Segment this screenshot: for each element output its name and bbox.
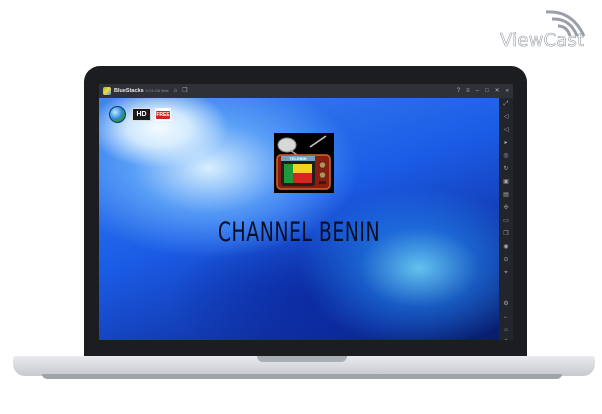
free-badge[interactable]: FREE (155, 108, 171, 121)
settings-icon[interactable]: ⚙ (499, 300, 513, 308)
help-icon[interactable]: ? (457, 84, 460, 98)
folder-icon[interactable]: ▭ (499, 217, 513, 225)
tv-sign-text: TELEBIN (289, 156, 306, 161)
hd-badge[interactable]: HD (132, 108, 151, 121)
home-icon[interactable]: ⌂ (173, 84, 177, 98)
right-toolbar: ⤢ ◁ ◁ ▸ ◎ ↻ ▣ ▤ ✣ ▭ ❐ ◉ ⊙ ⌖ ⚙ ← ⌂ ▯ (499, 98, 513, 340)
close-icon[interactable]: ✕ (495, 84, 500, 98)
location-icon[interactable]: ⌖ (499, 269, 513, 277)
collapse-icon[interactable]: « (506, 84, 509, 98)
laptop-notch (257, 356, 347, 362)
channel-title: CHANNEL BENIN (217, 217, 381, 247)
expand-icon[interactable]: ⤢ (499, 100, 513, 108)
shake-icon[interactable]: ✣ (499, 204, 513, 212)
title-bar: BlueStacks 5.0.5.128 Beta ⌂ ❐ ? ≡ – □ ✕ … (99, 84, 513, 98)
play-icon[interactable]: ▸ (499, 139, 513, 147)
media-icon[interactable]: ▣ (499, 178, 513, 186)
recent-apps-icon[interactable]: ▯ (499, 338, 513, 340)
menu-icon[interactable]: ≡ (466, 84, 470, 98)
window-controls: ? ≡ – □ ✕ « (451, 84, 509, 98)
bluestacks-logo-icon (103, 87, 111, 95)
viewcast-watermark: ViewCast (500, 6, 596, 52)
laptop-foot (42, 374, 562, 379)
copy-icon[interactable]: ❐ (182, 84, 187, 98)
volume-down-icon[interactable]: ◁ (499, 126, 513, 134)
multi-instance-icon[interactable]: ❐ (499, 230, 513, 238)
globe-icon[interactable] (109, 106, 126, 123)
app-name: BlueStacks (114, 88, 144, 94)
maximize-icon[interactable]: □ (485, 84, 489, 98)
apk-icon[interactable]: ▤ (499, 191, 513, 199)
app-version: 5.0.5.128 Beta (145, 89, 169, 93)
watermark-text: ViewCast (500, 30, 585, 52)
macro-icon[interactable]: ◉ (499, 243, 513, 251)
free-label: FREE (156, 111, 170, 119)
screenshot-icon[interactable]: ◎ (499, 152, 513, 160)
home-icon[interactable]: ⌂ (499, 326, 513, 334)
minimize-icon[interactable]: – (476, 84, 479, 98)
back-icon[interactable]: ← (499, 313, 513, 321)
app-viewport[interactable]: HD FREE TELEBIN CHANNEL BENIN (99, 98, 499, 340)
eco-icon[interactable]: ⊙ (499, 256, 513, 264)
emulator-window: BlueStacks 5.0.5.128 Beta ⌂ ❐ ? ≡ – □ ✕ … (99, 84, 513, 340)
volume-up-icon[interactable]: ◁ (499, 113, 513, 121)
channel-tv-icon[interactable]: TELEBIN (274, 133, 334, 193)
rotate-icon[interactable]: ↻ (499, 165, 513, 173)
